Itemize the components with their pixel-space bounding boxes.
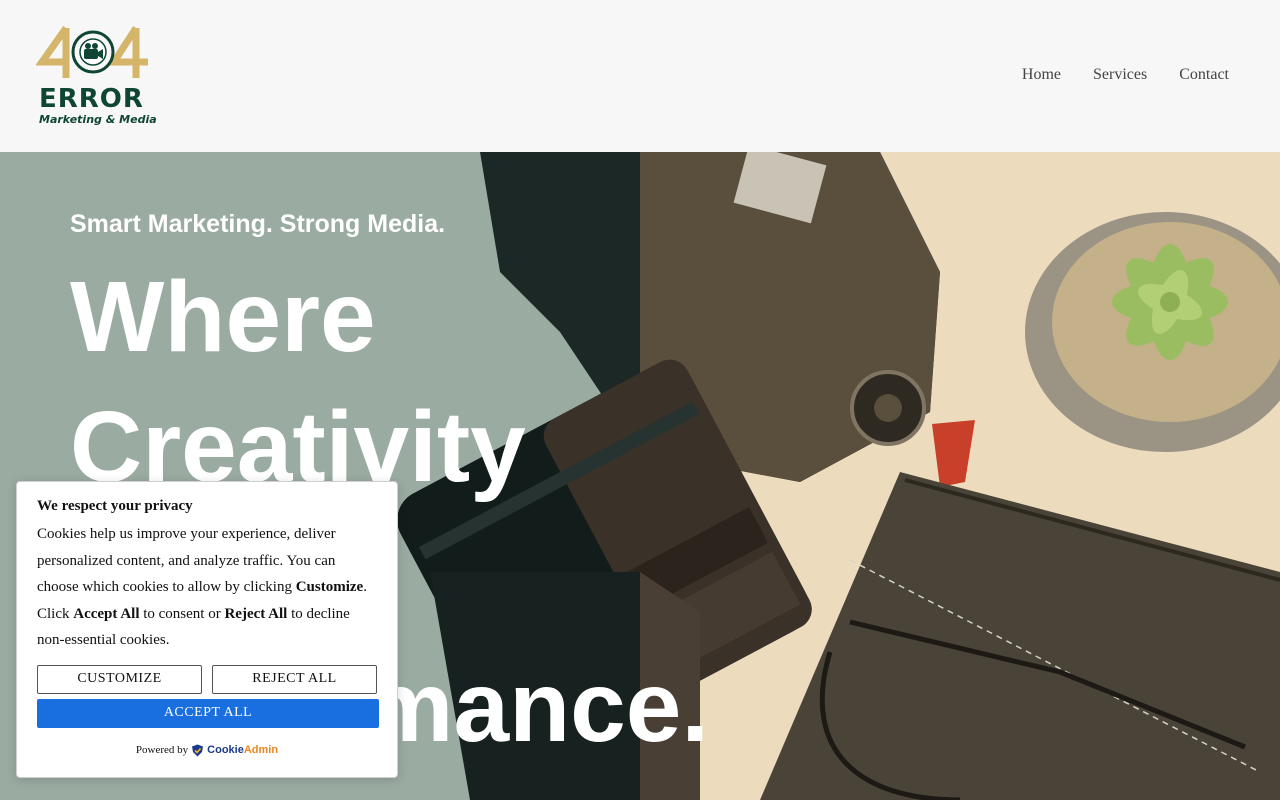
cookieadmin-logo[interactable]: CookieAdmin <box>207 744 278 756</box>
cookie-bold-customize: Customize <box>295 579 364 595</box>
cookie-title: We respect your privacy <box>37 498 193 514</box>
cookie-bold-accept: Accept All <box>73 605 140 622</box>
cookie-button-row: CUSTOMIZE REJECT ALL <box>37 664 377 694</box>
cookie-consent-banner: We respect your privacy Cookies help us … <box>16 481 398 778</box>
reject-all-button[interactable]: REJECT ALL <box>212 664 377 694</box>
shield-icon <box>192 744 204 756</box>
notebook <box>760 420 1280 800</box>
cookie-text-3: to consent or <box>139 605 225 622</box>
cookie-description: Cookies help us improve your experience,… <box>37 521 377 654</box>
logo-404-mark <box>36 25 148 78</box>
customize-button[interactable]: CUSTOMIZE <box>37 664 202 694</box>
headline-line-1: Where <box>70 261 376 373</box>
nav-services-link[interactable]: Services <box>1093 66 1147 84</box>
nav-home-link[interactable]: Home <box>1022 66 1061 84</box>
site-logo[interactable]: ERROR Marketing & Media <box>36 22 157 130</box>
main-nav: Home Services Contact <box>1022 66 1229 84</box>
cookie-text-1: Cookies help us improve your experience,… <box>37 526 336 595</box>
hero-tagline: Smart Marketing. Strong Media. <box>70 210 446 238</box>
site-header: ERROR Marketing & Media Home Services Co… <box>0 0 1280 152</box>
accept-all-button[interactable]: ACCEPT ALL <box>37 698 379 728</box>
powered-by-label: Powered by <box>135 744 189 756</box>
nav-contact-link[interactable]: Contact <box>1179 66 1229 84</box>
logo-word: ERROR <box>39 84 144 114</box>
cookie-bold-reject: Reject All <box>224 605 288 622</box>
powered-by: Powered by CookieAdmin <box>37 744 377 757</box>
brand-part-b: Admin <box>243 744 279 756</box>
succulent-plant <box>1025 212 1280 452</box>
brand-part-a: Cookie <box>207 744 244 756</box>
logo-subtitle: Marketing & Media <box>39 113 157 126</box>
